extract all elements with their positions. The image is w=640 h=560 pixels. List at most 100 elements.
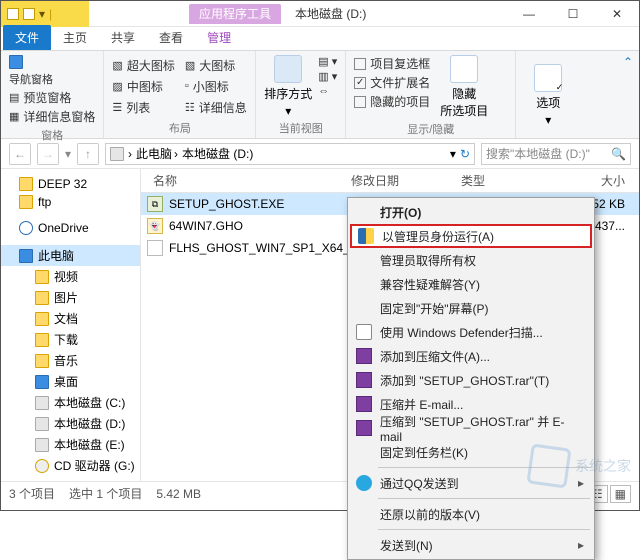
column-headers: 名称 修改日期 类型 大小 [141,169,639,193]
view-icons-icon[interactable]: ▦ [610,485,631,503]
col-name[interactable]: 名称 [141,172,351,189]
close-button[interactable]: ✕ [595,1,639,27]
options-icon: ✓ [534,64,562,92]
properties-icon[interactable] [23,8,35,20]
col-size[interactable]: 大小 [541,172,639,189]
checkbox-icon [354,96,366,108]
layout-xl-icons[interactable]: ▧ 超大图标 [112,55,174,75]
tab-file[interactable]: 文件 [3,25,51,50]
qat-dropdown-icon[interactable]: ▾ [39,7,45,21]
layout-lg-icons[interactable]: ▧ 大图标 [185,55,247,75]
layout-sm-icons[interactable]: ▫ 小图标 [185,76,247,96]
window-title: 本地磁盘 (D:) [295,5,366,22]
separator: | [49,7,52,21]
hide-selected-button[interactable]: 隐藏 所选项目 [440,55,488,119]
add-columns-button[interactable]: ▥ ▾ [318,70,337,83]
refresh-icon[interactable]: ↻ [460,147,470,161]
exe-icon: ⧉ [147,196,163,212]
tree-video[interactable]: 视频 [1,266,140,287]
details-pane-button[interactable]: ▦ 详细信息窗格 [9,108,95,125]
tab-view[interactable]: 查看 [147,25,195,50]
breadcrumb-chevron-icon[interactable]: › [128,147,132,161]
tree-deep32[interactable]: DEEP 32 [1,175,140,193]
layout-details[interactable]: ☷ 详细信息 [185,98,247,118]
size-columns-button[interactable]: ⇔ [318,85,337,97]
ctx-take-ownership[interactable]: 管理员取得所有权 [350,248,592,272]
maximize-button[interactable]: ☐ [551,1,595,27]
group-by-button[interactable]: ▤ ▾ [318,55,337,68]
title-bar: ▾ | 应用程序工具 本地磁盘 (D:) — ☐ ✕ [1,1,639,27]
recent-locations-icon[interactable]: ▾ [65,147,71,161]
tree-downloads[interactable]: 下载 [1,329,140,350]
forward-button[interactable]: → [37,143,59,165]
tree-this-pc[interactable]: 此电脑 [1,245,140,266]
gho-icon: 👻 [147,218,163,234]
tree-music[interactable]: 音乐 [1,350,140,371]
tree-onedrive[interactable]: OneDrive [1,219,140,237]
tree-desktop[interactable]: 桌面 [1,371,140,392]
quick-access-toolbar: ▾ | [1,1,89,27]
watermark-text: 系统之家 [575,456,631,476]
nav-tree[interactable]: DEEP 32 ftp OneDrive 此电脑 视频 图片 文档 下载 音乐 … [1,169,141,481]
ctx-defender-scan[interactable]: 使用 Windows Defender扫描... [350,320,592,344]
layout-md-icons[interactable]: ▨ 中图标 [112,76,174,96]
tree-documents[interactable]: 文档 [1,308,140,329]
file-extensions-toggle[interactable]: ✓文件扩展名 [354,74,430,91]
hidden-items-toggle[interactable]: 隐藏的项目 [354,93,430,110]
breadcrumb-thispc[interactable]: 此电脑 › [136,145,178,162]
group-label-layout: 布局 [112,118,247,136]
pc-icon [19,249,33,263]
tree-ftp[interactable]: ftp [1,193,140,211]
tree-drive-d[interactable]: 本地磁盘 (D:) [1,413,140,434]
search-input[interactable]: 搜索"本地磁盘 (D:)" 🔍 [481,143,631,165]
ctx-zip-named-email[interactable]: 压缩到 "SETUP_GHOST.rar" 并 E-mail [350,416,592,440]
tab-home[interactable]: 主页 [51,25,99,50]
rar-icon [356,396,372,412]
tab-share[interactable]: 共享 [99,25,147,50]
options-button[interactable]: ✓选项▾ [524,55,572,136]
checkbox-icon: ✓ [354,77,366,89]
ribbon-group-options: ✓选项▾ [516,51,586,138]
menu-separator [378,529,590,530]
group-label-panes: 窗格 [9,125,95,143]
file-icon [147,240,163,256]
nav-pane-button[interactable] [9,55,95,69]
breadcrumb-drive[interactable]: 本地磁盘 (D:) [182,145,253,162]
window-controls: — ☐ ✕ [507,1,639,27]
ctx-add-archive[interactable]: 添加到压缩文件(A)... [350,344,592,368]
dropdown-icon[interactable]: ▾ [450,147,456,161]
ribbon-tabs: 文件 主页 共享 查看 管理 [1,27,639,51]
ribbon-group-panes: 导航窗格 ▤ 预览窗格 ▦ 详细信息窗格 窗格 [1,51,104,138]
tree-pictures[interactable]: 图片 [1,287,140,308]
back-button[interactable]: ← [9,143,31,165]
ctx-pin-start[interactable]: 固定到"开始"屏幕(P) [350,296,592,320]
cloud-icon [19,221,33,235]
col-type[interactable]: 类型 [461,172,541,189]
checkbox-icon [354,58,366,70]
ctx-restore-previous[interactable]: 还原以前的版本(V) [350,502,592,526]
ctx-send-to[interactable]: 发送到(N)▸ [350,533,592,557]
sort-button[interactable]: 排序方式▾ [264,55,312,118]
tree-drive-c[interactable]: 本地磁盘 (C:) [1,392,140,413]
up-button[interactable]: ↑ [77,143,99,165]
layout-list[interactable]: ☰ 列表 [112,98,174,118]
ctx-compat-troubleshoot[interactable]: 兼容性疑难解答(Y) [350,272,592,296]
breadcrumb[interactable]: › 此电脑 › 本地磁盘 (D:) ▾ ↻ [105,143,475,165]
minimize-button[interactable]: — [507,1,551,27]
ribbon-group-layout: ▧ 超大图标 ▧ 大图标 ▨ 中图标 ▫ 小图标 ☰ 列表 ☷ 详细信息 布局 [104,51,256,138]
tree-drive-e[interactable]: 本地磁盘 (E:) [1,434,140,455]
defender-icon [356,324,372,340]
collapse-ribbon-icon[interactable]: ⌃ [623,55,633,69]
item-checkboxes-toggle[interactable]: 项目复选框 [354,55,430,72]
col-date[interactable]: 修改日期 [351,172,461,189]
rar-icon [356,348,372,364]
tree-cd-drive[interactable]: CD 驱动器 (G:) [1,455,140,476]
search-icon[interactable]: 🔍 [611,147,626,161]
nav-pane-label[interactable]: 导航窗格 [9,71,95,87]
ctx-run-as-admin[interactable]: 以管理员身份运行(A) [350,224,592,248]
ctx-add-archive-named[interactable]: 添加到 "SETUP_GHOST.rar"(T) [350,368,592,392]
ctx-open[interactable]: 打开(O) [350,200,592,224]
preview-pane-button[interactable]: ▤ 预览窗格 [9,89,95,106]
tab-manage[interactable]: 管理 [195,25,243,50]
drive-icon [110,147,124,161]
